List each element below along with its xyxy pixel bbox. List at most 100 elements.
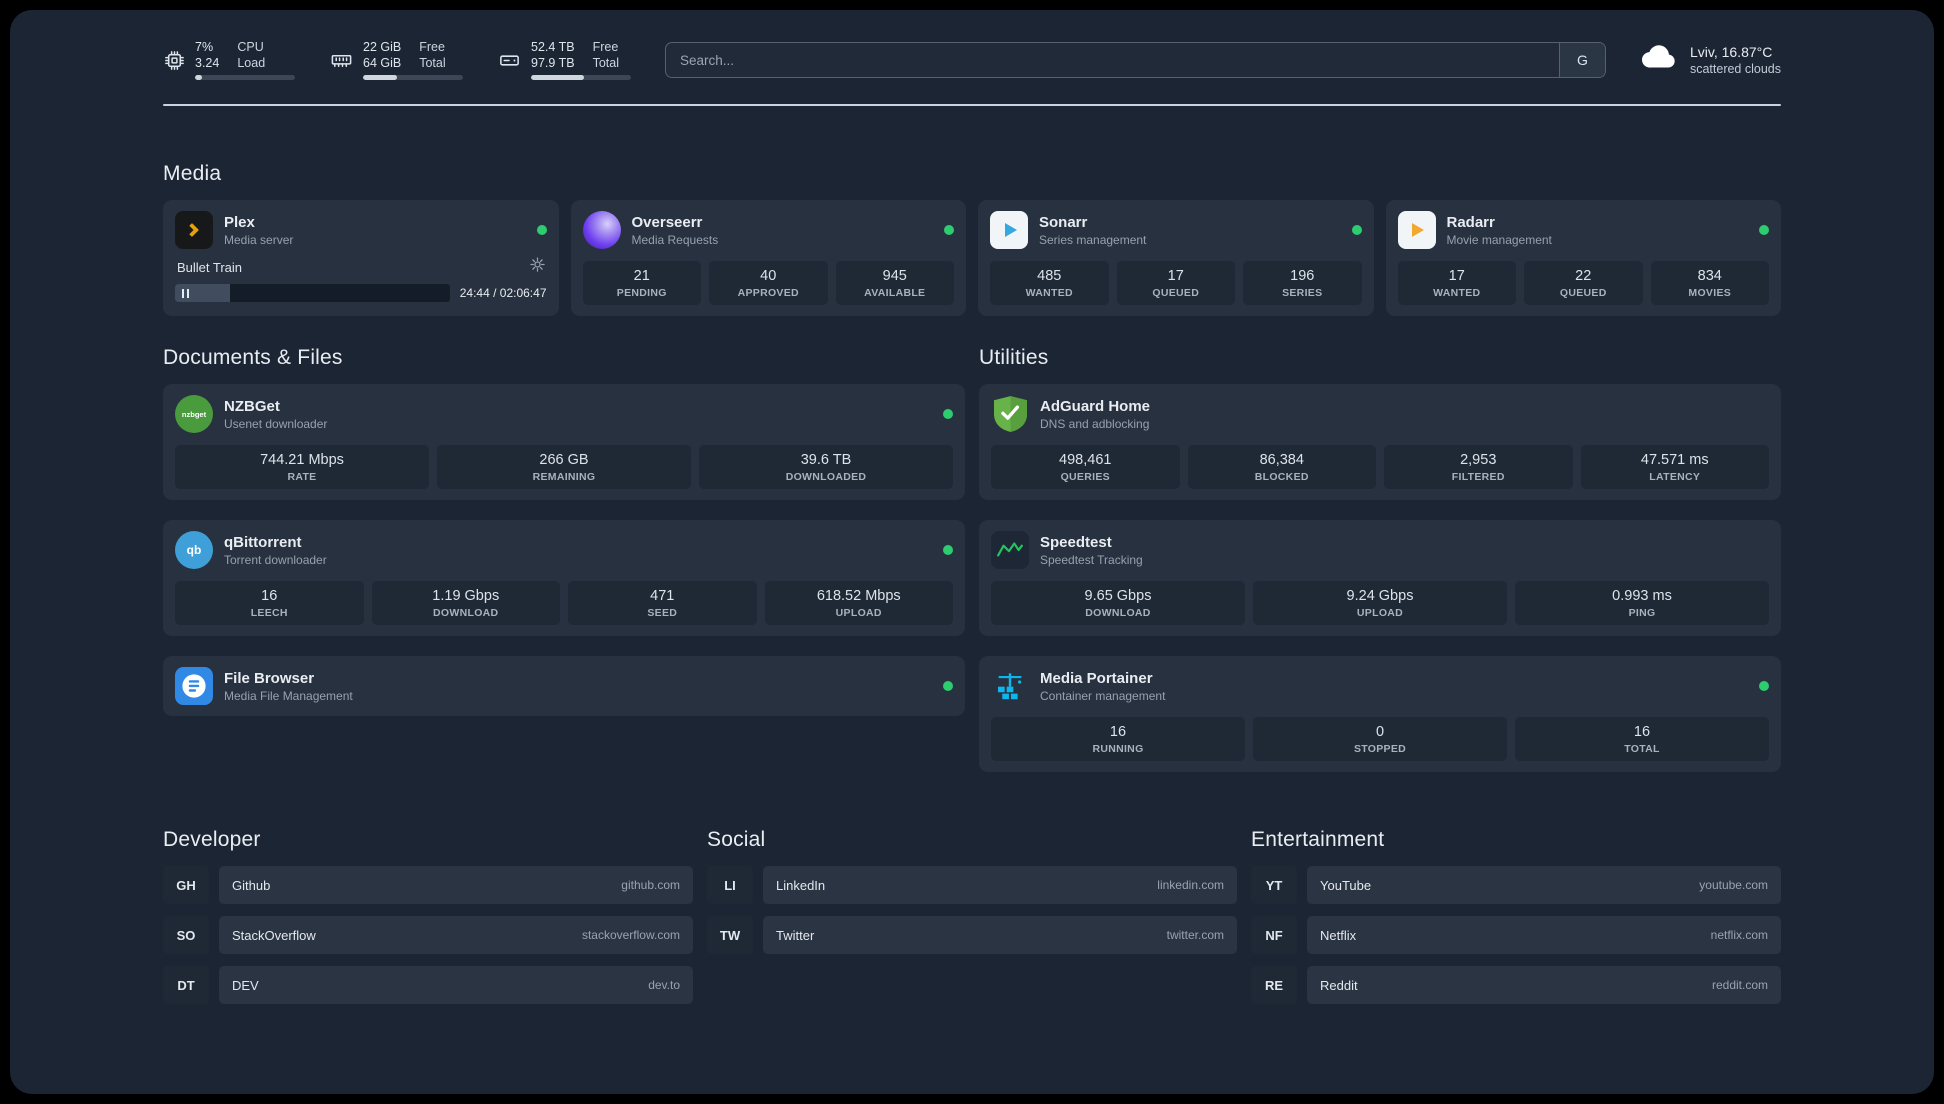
bookmark-name: Twitter (776, 927, 815, 943)
overseerr-icon (582, 211, 621, 250)
disk-icon (497, 49, 522, 72)
bookmark-twitter[interactable]: TW Twitter twitter.com (707, 916, 1237, 955)
memory-icon (329, 49, 354, 72)
bookmark-domain: reddit.com (1711, 978, 1768, 993)
service-title: File Browser (224, 669, 315, 687)
service-card-sonarr[interactable]: Sonarr Series management 485 WANTED 17 Q… (978, 200, 1374, 317)
cpu-usage-value: 7% (195, 40, 214, 54)
disk-widget: 52.4 TB 97.9 TB Free Total (497, 40, 631, 81)
stat-tile: 498,461 QUERIES (991, 445, 1180, 490)
service-card-nzbget[interactable]: nzbget NZBGet Usenet downloader 744.21 M… (163, 384, 965, 501)
cpu-load-value: 3.24 (195, 55, 220, 70)
service-subtitle: Container management (1040, 688, 1166, 703)
cloud-icon (1640, 44, 1678, 76)
plex-icon (175, 211, 213, 250)
search-input[interactable] (666, 43, 1559, 78)
status-dot (1759, 681, 1769, 692)
service-subtitle: Usenet downloader (224, 416, 328, 431)
service-card-filebrowser[interactable]: File Browser Media File Management (163, 656, 965, 717)
bookmark-domain: netflix.com (1710, 928, 1768, 943)
bookmark-abbr: GH (163, 866, 209, 905)
stat-tile: 16 RUNNING (991, 717, 1245, 762)
search-bar[interactable]: G (665, 42, 1606, 79)
stat-tile: 17 QUEUED (1116, 261, 1235, 306)
service-subtitle: Media File Management (224, 688, 353, 703)
bookmark-domain: github.com (621, 878, 680, 893)
weather-condition: scattered clouds (1689, 62, 1781, 77)
memory-total-label: Total (419, 55, 446, 70)
service-subtitle: Speedtest Tracking (1040, 552, 1143, 567)
disk-total-value: 97.9 TB (531, 55, 575, 70)
service-card-radarr[interactable]: Radarr Movie management 17 WANTED 22 QUE… (1385, 200, 1781, 317)
service-card-overseerr[interactable]: Overseerr Media Requests 21 PENDING 40 A… (570, 200, 966, 317)
service-card-plex[interactable]: Plex Media server Bullet Train 24:44 / 0… (163, 200, 559, 317)
stat-tile: 86,384 BLOCKED (1187, 445, 1376, 490)
section-heading-social: Social (707, 828, 766, 852)
service-card-adguard[interactable]: AdGuard Home DNS and adblocking 498,461 … (979, 384, 1781, 501)
status-dot (943, 409, 953, 420)
bookmark-name: Github (232, 877, 271, 893)
stat-tile: 945 AVAILABLE (835, 261, 954, 306)
bookmark-github[interactable]: GH Github github.com (163, 866, 693, 905)
service-card-portainer[interactable]: Media Portainer Container management 16 … (979, 656, 1781, 773)
bookmark-abbr: NF (1251, 916, 1297, 955)
bookmark-youtube[interactable]: YT YouTube youtube.com (1251, 866, 1781, 905)
bookmark-name: LinkedIn (776, 877, 826, 893)
radarr-icon (1397, 211, 1436, 250)
weather-widget: Lviv, 16.87°C scattered clouds (1640, 44, 1781, 76)
bookmark-reddit[interactable]: RE Reddit reddit.com (1251, 966, 1781, 1005)
cpu-label: CPU (237, 40, 264, 54)
bookmark-domain: stackoverflow.com (581, 928, 680, 943)
stat-tile: 834 MOVIES (1650, 261, 1769, 306)
bookmark-name: Netflix (1320, 927, 1357, 943)
memory-free-value: 22 GiB (363, 40, 402, 54)
status-dot (536, 225, 547, 236)
bookmark-stackoverflow[interactable]: SO StackOverflow stackoverflow.com (163, 916, 693, 955)
bookmark-name: Reddit (1320, 977, 1358, 993)
bookmark-dev[interactable]: DT DEV dev.to (163, 966, 693, 1005)
bookmark-abbr: TW (707, 916, 753, 955)
stat-tile: 39.6 TB DOWNLOADED (699, 445, 953, 490)
now-playing-title: Bullet Train (177, 259, 243, 275)
cpu-usage-bar (195, 75, 295, 81)
disk-free-value: 52.4 TB (531, 40, 575, 54)
nzbget-icon: nzbget (175, 395, 213, 434)
bookmark-abbr: RE (1251, 966, 1297, 1005)
stat-tile: 1.19 Gbps DOWNLOAD (371, 581, 560, 626)
section-heading-media: Media (163, 162, 222, 186)
memory-usage-bar (363, 75, 463, 81)
service-card-qbittorrent[interactable]: qb qBittorrent Torrent downloader 16 LEE… (163, 520, 965, 637)
stat-tile: 2,953 FILTERED (1384, 445, 1573, 490)
playback-progress-bar[interactable] (175, 284, 450, 303)
pause-icon[interactable] (182, 288, 189, 298)
stat-tile: 47.571 ms LATENCY (1580, 445, 1769, 490)
service-title: Speedtest (1040, 533, 1112, 551)
bookmark-netflix[interactable]: NF Netflix netflix.com (1251, 916, 1781, 955)
resource-widgets: 7% 3.24 CPU Load 22 GiB 64 GiB Free Tota… (163, 40, 631, 81)
stat-tile: 9.65 Gbps DOWNLOAD (991, 581, 1245, 626)
search-provider-button[interactable]: G (1558, 43, 1605, 78)
dashboard: 7% 3.24 CPU Load 22 GiB 64 GiB Free Tota… (10, 10, 1934, 1094)
service-subtitle: Media Requests (631, 232, 719, 247)
service-title: Radarr (1446, 213, 1495, 231)
sonarr-icon (990, 211, 1028, 250)
service-subtitle: Series management (1039, 232, 1147, 247)
bookmark-linkedin[interactable]: LI LinkedIn linkedin.com (707, 866, 1237, 905)
service-subtitle: DNS and adblocking (1040, 416, 1150, 431)
stat-tile: 16 TOTAL (1515, 717, 1769, 762)
gear-icon[interactable] (529, 257, 545, 277)
stat-tile: 0.993 ms PING (1515, 581, 1769, 626)
service-card-speedtest[interactable]: Speedtest Speedtest Tracking 9.65 Gbps D… (979, 520, 1781, 637)
bookmark-abbr: DT (163, 966, 209, 1005)
cpu-load-label: Load (237, 55, 266, 70)
service-subtitle: Torrent downloader (224, 552, 327, 567)
stat-tile: 744.21 Mbps RATE (175, 445, 429, 490)
bookmark-abbr: LI (707, 866, 753, 905)
service-title: NZBGet (224, 397, 280, 415)
topbar: 7% 3.24 CPU Load 22 GiB 64 GiB Free Tota… (163, 40, 1781, 81)
section-heading-documents: Documents & Files (163, 346, 343, 370)
service-title: Media Portainer (1040, 669, 1153, 687)
stat-tile: 40 APPROVED (709, 261, 828, 306)
stat-tile: 16 LEECH (175, 581, 364, 626)
disk-total-label: Total (592, 55, 619, 70)
